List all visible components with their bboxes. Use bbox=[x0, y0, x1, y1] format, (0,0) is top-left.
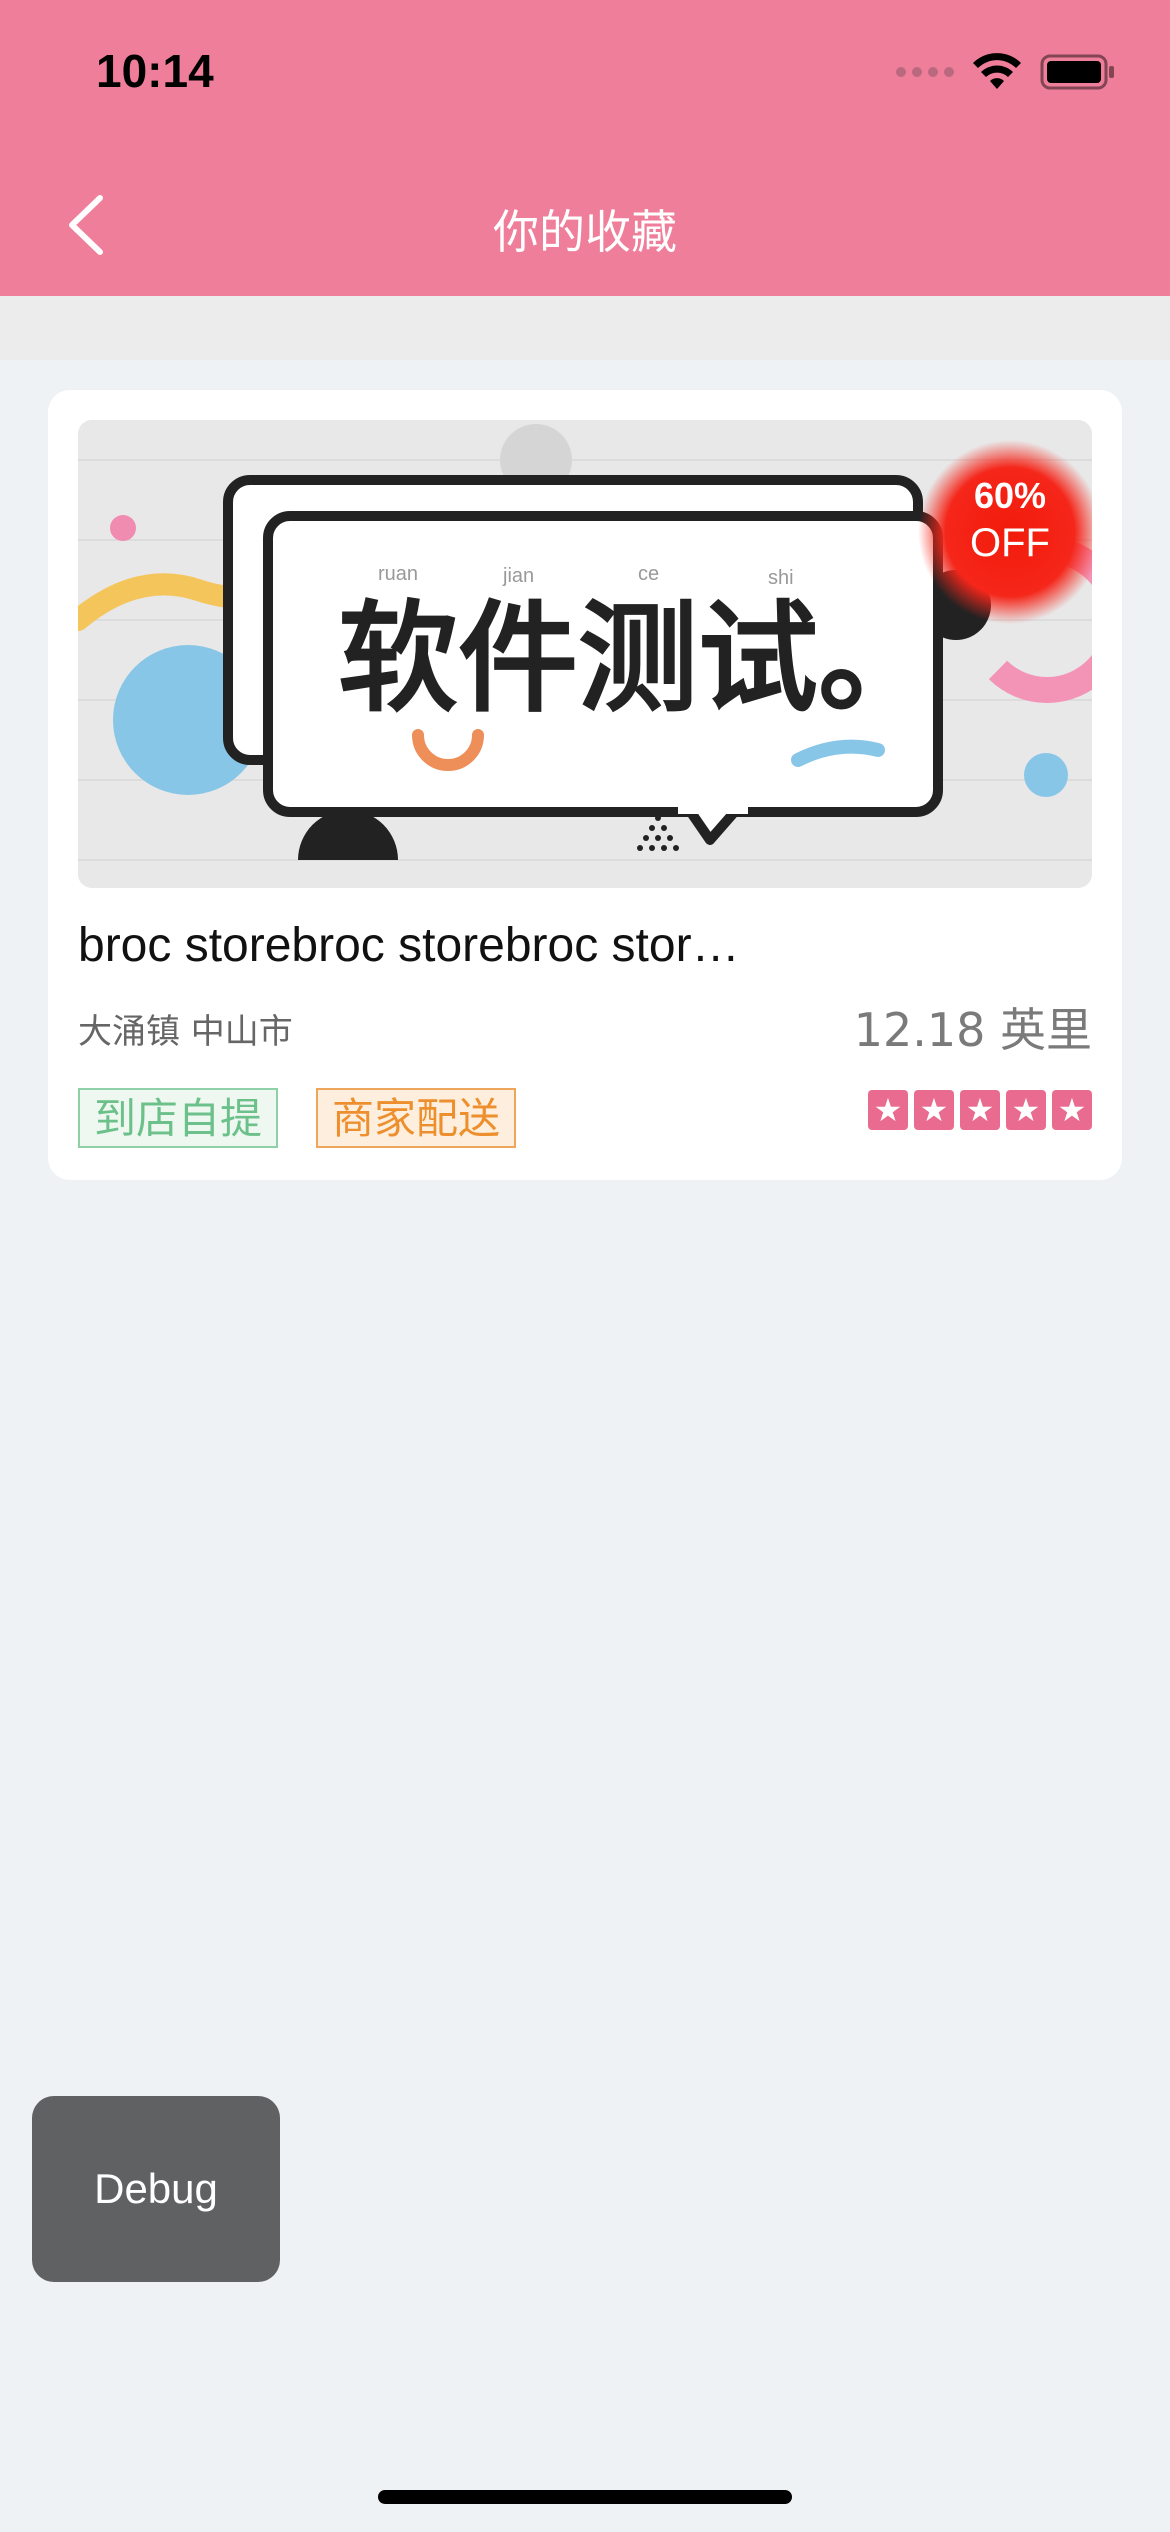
discount-percent: 60% bbox=[974, 475, 1046, 516]
store-name: broc storebroc storebroc stor… bbox=[78, 919, 740, 972]
status-icons bbox=[896, 52, 1116, 92]
banner-headline: 软件测试。 bbox=[338, 590, 938, 729]
discount-off: OFF bbox=[970, 521, 1050, 565]
star-icon: ★ bbox=[914, 1090, 954, 1130]
home-indicator[interactable] bbox=[378, 2490, 792, 2504]
tag-merchant-delivery: 商家配送 bbox=[316, 1088, 517, 1148]
banner-pinyin-3: ce bbox=[638, 563, 659, 585]
status-time: 10:14 bbox=[96, 45, 214, 97]
banner-pinyin-2: jian bbox=[502, 565, 534, 587]
star-icon: ★ bbox=[868, 1090, 908, 1130]
debug-button[interactable]: Debug bbox=[32, 2096, 280, 2282]
banner-pinyin-4: shi bbox=[768, 567, 794, 589]
star-icon: ★ bbox=[1006, 1090, 1046, 1130]
store-banner-image[interactable]: ruan jian ce shi 软件测试。 60% OFF bbox=[78, 420, 1092, 888]
store-address: 大涌镇 中山市 bbox=[78, 1012, 293, 1052]
battery-icon bbox=[1040, 54, 1114, 90]
star-icon: ★ bbox=[1052, 1090, 1092, 1130]
wifi-icon bbox=[973, 53, 1021, 89]
header-divider bbox=[0, 296, 1170, 360]
favorite-store-card[interactable]: ruan jian ce shi 软件测试。 60% OFF broc stor… bbox=[48, 390, 1122, 1180]
banner-pinyin-1: ruan bbox=[378, 563, 418, 585]
rating-stars: ★ ★ ★ ★ ★ bbox=[868, 1090, 1092, 1130]
tag-store-pickup: 到店自提 bbox=[78, 1088, 279, 1148]
store-distance: 12.18 英里 bbox=[853, 1003, 1092, 1057]
signal-icon bbox=[896, 67, 954, 77]
app-header: 10:14 你的收藏 bbox=[0, 0, 1170, 296]
star-icon: ★ bbox=[960, 1090, 1000, 1130]
page-title: 你的收藏 bbox=[493, 205, 677, 259]
